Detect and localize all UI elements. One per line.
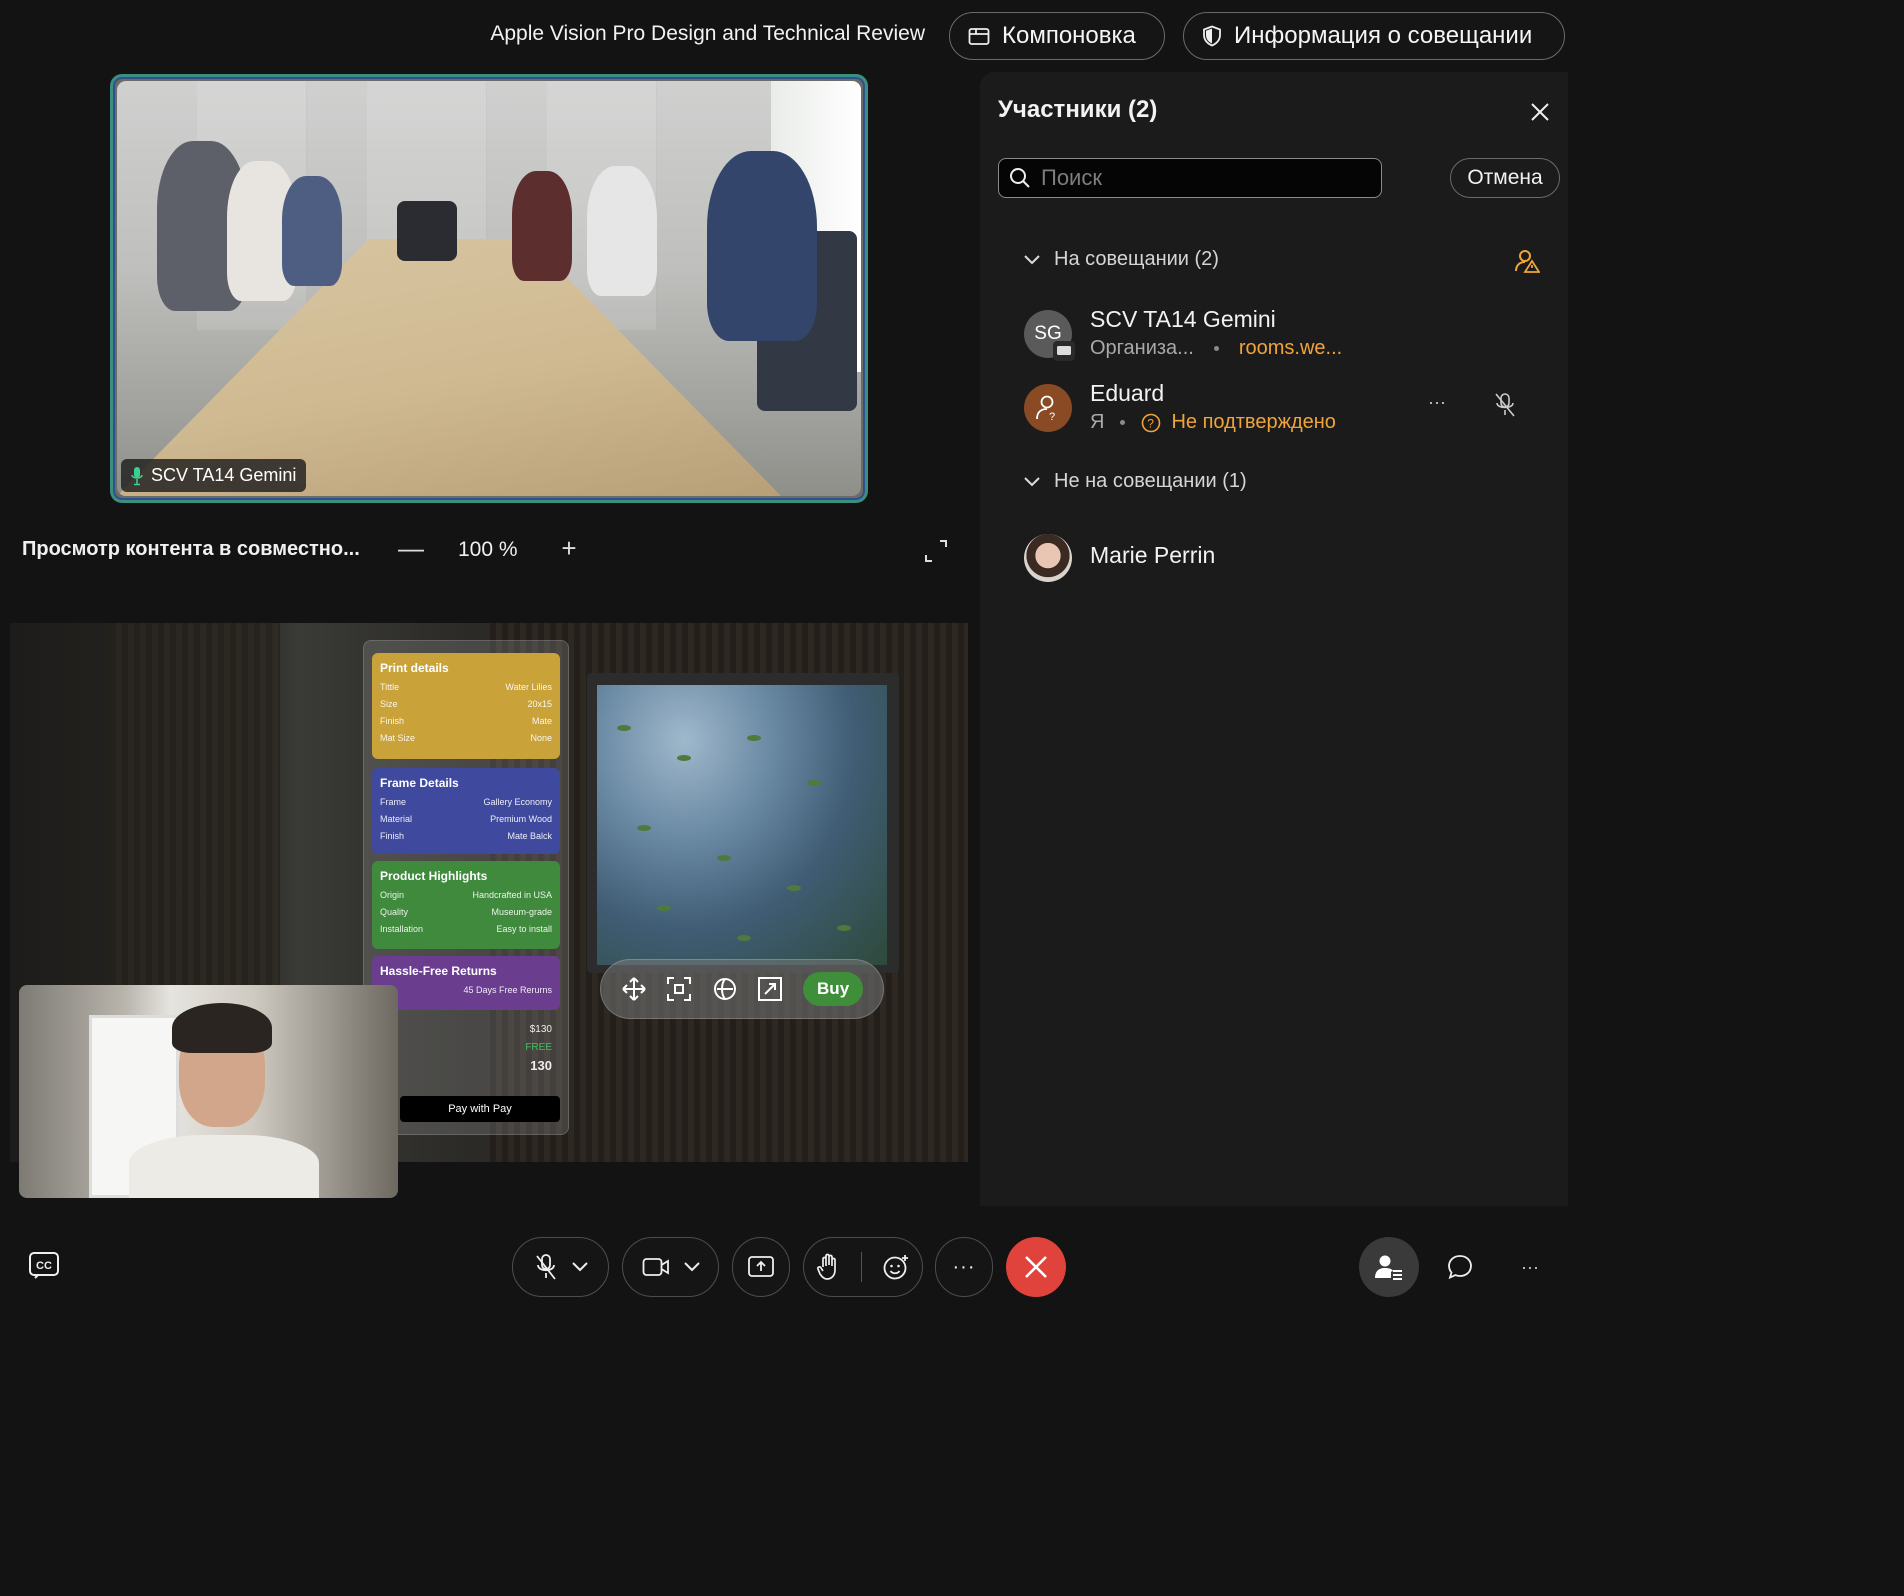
- closed-captions-icon[interactable]: CC: [28, 1250, 62, 1280]
- participant-row[interactable]: ? Eduard Я ? Не подтверждено ···: [1024, 380, 1554, 440]
- water-lilies-painting: [597, 685, 887, 965]
- not-in-meeting-section-toggle[interactable]: Не на совещании (1): [1024, 470, 1247, 493]
- participants-toggle-button[interactable]: [1359, 1237, 1419, 1297]
- more-options-button[interactable]: ···: [1428, 392, 1446, 413]
- participant-name: SCV TA14 Gemini: [1090, 306, 1276, 332]
- chat-bubble-icon: [1448, 1255, 1472, 1280]
- participant-device: rooms.we...: [1238, 337, 1343, 359]
- product-highlights-block: Product Highlights Origin Handcrafted in …: [372, 861, 560, 949]
- chevron-down-icon: [571, 1262, 588, 1272]
- participants-title: Участники (2): [998, 96, 1158, 123]
- shield-icon: [1203, 25, 1221, 47]
- search-icon: [1010, 168, 1030, 188]
- price-summary: tal$130 ingFREE l130: [380, 1024, 552, 1073]
- expand-icon[interactable]: [922, 537, 950, 565]
- emoji-reaction-icon[interactable]: [882, 1253, 910, 1281]
- move-icon: [622, 977, 646, 1001]
- zoom-level: 100 %: [458, 538, 518, 561]
- meeting-info-button[interactable]: Информация о совещании: [1183, 12, 1565, 60]
- fit-icon: [667, 977, 692, 1001]
- participant-name: Marie Perrin: [1090, 542, 1216, 568]
- participant-name: Eduard: [1090, 380, 1165, 406]
- cancel-button[interactable]: Отмена: [1450, 158, 1560, 198]
- video-participant-name: SCV TA14 Gemini: [151, 465, 297, 485]
- close-icon: [1025, 1256, 1047, 1278]
- participant-role: Организа...: [1090, 337, 1194, 359]
- layout-button[interactable]: Компоновка: [949, 12, 1165, 60]
- svg-text:CC: CC: [36, 1260, 52, 1272]
- microphone-icon: [131, 466, 143, 485]
- raise-hand-icon[interactable]: [816, 1253, 841, 1281]
- user-warning-icon[interactable]: [1514, 248, 1540, 274]
- mute-button[interactable]: [512, 1237, 609, 1297]
- svg-text:?: ?: [1148, 416, 1155, 430]
- share-screen-button[interactable]: [732, 1237, 790, 1297]
- layout-icon: [968, 28, 990, 45]
- participant-row[interactable]: SG SCV TA14 Gemini Организа... rooms.we.…: [1024, 306, 1554, 366]
- video-button[interactable]: [622, 1237, 719, 1297]
- frame-details-block: Frame Details Frame Gallery Economy Mater…: [372, 768, 560, 854]
- unverified-user-icon: ?: [1036, 395, 1055, 422]
- rotate-icon: [713, 978, 736, 1000]
- chevron-down-icon: [1024, 476, 1040, 486]
- video-tile-scv-ta14[interactable]: SCV TA14 Gemini: [110, 74, 868, 503]
- svg-text:?: ?: [1049, 411, 1055, 422]
- meeting-window: Apple Vision Pro Design and Technical Re…: [0, 0, 1568, 1314]
- self-view-video[interactable]: [19, 985, 398, 1198]
- chat-button[interactable]: [1430, 1237, 1490, 1297]
- more-menu-button[interactable]: ···: [1500, 1237, 1560, 1297]
- zoom-in-button[interactable]: +: [557, 533, 581, 563]
- zoom-out-button[interactable]: —: [398, 533, 424, 563]
- camera-icon: [642, 1258, 669, 1276]
- chevron-down-icon: [683, 1262, 700, 1272]
- avatar: ?: [1024, 384, 1072, 432]
- in-meeting-section-toggle[interactable]: На совещании (2): [1024, 248, 1219, 271]
- participants-panel: Участники (2) Отмена На совещании (2) SG: [980, 72, 1568, 1206]
- content-share-label: Просмотр контента в совместно...: [22, 538, 360, 560]
- apple-pay-button: Pay with Pay: [400, 1096, 560, 1122]
- video-name-chip: SCV TA14 Gemini: [121, 459, 307, 492]
- share-screen-icon: [748, 1256, 774, 1277]
- reactions-group: [803, 1237, 923, 1297]
- participant-status: Не подтверждено: [1171, 411, 1336, 433]
- meeting-title: Apple Vision Pro Design and Technical Re…: [490, 22, 925, 45]
- meeting-info-label: Информация о совещании: [1234, 22, 1533, 49]
- participant-meta: Организа... rooms.we...: [1090, 337, 1342, 360]
- mic-muted-icon: [535, 1254, 556, 1280]
- leave-meeting-button[interactable]: [1006, 1237, 1066, 1297]
- search-field[interactable]: [998, 158, 1382, 198]
- room-device-icon: [1053, 341, 1075, 361]
- not-in-meeting-header: Не на совещании (1): [1054, 470, 1247, 492]
- buy-button: Buy: [803, 972, 864, 1006]
- avatar: [1024, 534, 1072, 582]
- in-meeting-header: На совещании (2): [1054, 248, 1219, 270]
- print-details-block: Print details Tittle Water Lilies Size 20x…: [372, 653, 560, 759]
- participant-meta: Я ? Не подтверждено: [1090, 411, 1336, 434]
- search-input[interactable]: [1041, 165, 1361, 191]
- layout-label: Компоновка: [1002, 22, 1136, 49]
- participant-row[interactable]: Marie Perrin: [1024, 530, 1554, 590]
- close-icon[interactable]: [1526, 98, 1554, 126]
- returns-block: Hassle-Free Returns 45 Days Free Rerurns: [372, 956, 560, 1010]
- question-circle-icon: ?: [1142, 413, 1161, 432]
- resize-icon: [758, 977, 783, 1001]
- mic-muted-icon[interactable]: [1494, 392, 1516, 418]
- participant-role: Я: [1090, 411, 1105, 433]
- window-ornament-toolbar: Buy: [600, 959, 884, 1019]
- participants-icon: [1375, 1255, 1402, 1280]
- more-options-button[interactable]: ···: [935, 1237, 993, 1297]
- conference-room-video: [117, 81, 861, 496]
- chevron-down-icon: [1024, 254, 1040, 264]
